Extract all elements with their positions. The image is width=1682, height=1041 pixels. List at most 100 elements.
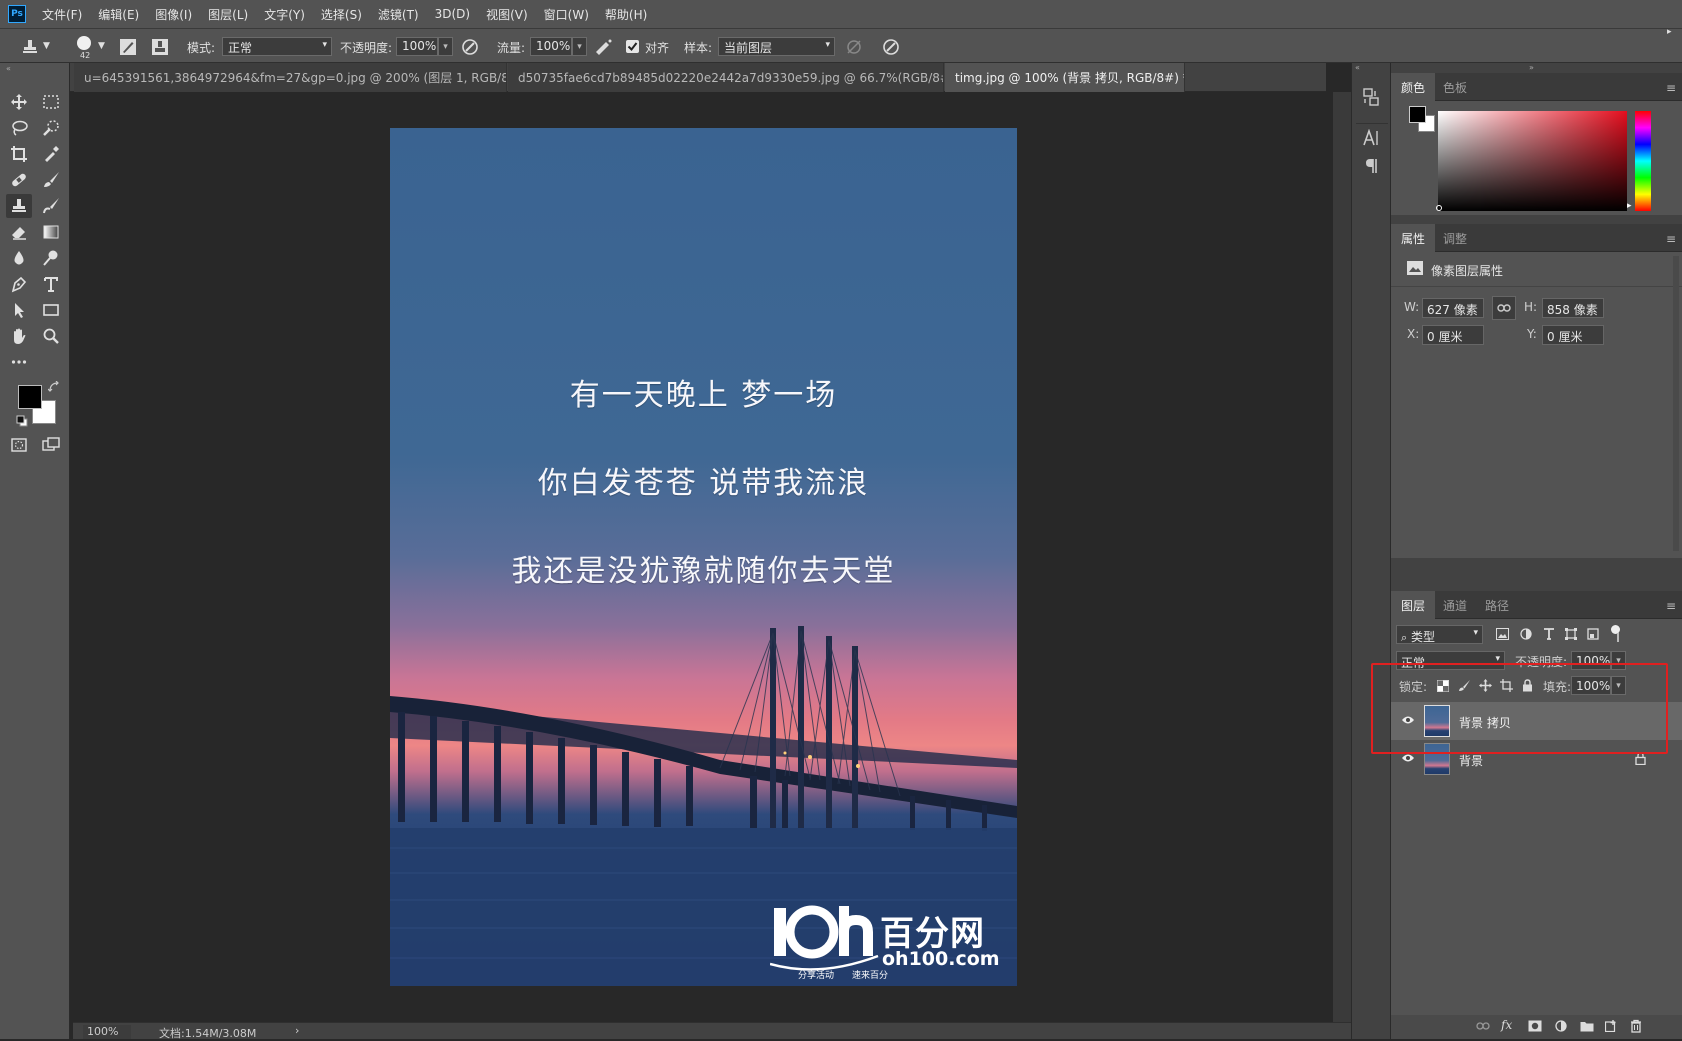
screen-mode-icon[interactable] bbox=[38, 433, 64, 457]
tab-channels[interactable]: 通道 bbox=[1433, 591, 1477, 619]
history-brush-tool-icon[interactable] bbox=[38, 194, 64, 218]
mode-select[interactable]: 正常 ▾ bbox=[222, 37, 332, 56]
height-field[interactable]: 858 像素 bbox=[1542, 298, 1604, 318]
dodge-tool-icon[interactable] bbox=[38, 246, 64, 270]
sample-select[interactable]: 当前图层 ▾ bbox=[718, 37, 835, 56]
add-mask-icon[interactable] bbox=[1528, 1020, 1542, 1032]
menu-select[interactable]: 选择(S) bbox=[321, 6, 362, 23]
filter-type-icon[interactable] bbox=[1543, 628, 1555, 640]
brush-tool-icon[interactable] bbox=[38, 168, 64, 192]
opacity-field[interactable]: 100% bbox=[396, 37, 438, 56]
hue-slider[interactable] bbox=[1635, 111, 1651, 211]
eyedropper-tool-icon[interactable] bbox=[38, 142, 64, 166]
menu-edit[interactable]: 编辑(E) bbox=[98, 6, 139, 23]
airbrush-icon[interactable] bbox=[594, 37, 614, 57]
layer-visibility-eye-icon[interactable] bbox=[1401, 753, 1415, 763]
quick-select-tool-icon[interactable] bbox=[38, 116, 64, 140]
swap-colors-icon[interactable] bbox=[48, 381, 60, 393]
menu-image[interactable]: 图像(I) bbox=[155, 6, 192, 23]
canvas-vertical-scrollbar[interactable] bbox=[1333, 92, 1351, 1022]
blur-tool-icon[interactable] bbox=[6, 246, 32, 270]
menu-window[interactable]: 窗口(W) bbox=[544, 6, 589, 23]
brush-preview-icon[interactable] bbox=[74, 33, 94, 53]
menu-filter[interactable]: 滤镜(T) bbox=[378, 6, 419, 23]
hue-slider-pointer-icon[interactable]: ▸ bbox=[1627, 201, 1632, 211]
link-dimensions-icon[interactable] bbox=[1492, 296, 1516, 320]
app-logo[interactable]: Ps bbox=[8, 5, 26, 23]
menu-type[interactable]: 文字(Y) bbox=[264, 6, 305, 23]
tab-color[interactable]: 颜色 bbox=[1391, 73, 1436, 101]
options-collapse-icon[interactable]: ▸ bbox=[1667, 27, 1672, 37]
status-menu-arrow-icon[interactable]: › bbox=[295, 1024, 299, 1037]
path-select-tool-icon[interactable] bbox=[6, 298, 32, 322]
default-colors-icon[interactable] bbox=[16, 415, 28, 427]
brush-settings-icon[interactable] bbox=[118, 37, 138, 57]
rectangle-tool-icon[interactable] bbox=[38, 298, 64, 322]
color-picker-marker[interactable] bbox=[1436, 205, 1442, 211]
link-layers-icon[interactable] bbox=[1476, 1021, 1490, 1031]
new-group-icon[interactable] bbox=[1580, 1020, 1594, 1032]
color-panel-menu-icon[interactable]: ≡ bbox=[1666, 81, 1676, 95]
character-panel-icon[interactable] bbox=[1362, 129, 1380, 147]
new-layer-icon[interactable] bbox=[1605, 1020, 1617, 1032]
width-field[interactable]: 627 像素 bbox=[1422, 298, 1484, 318]
opacity-dropdown-icon[interactable]: ▾ bbox=[438, 37, 453, 56]
tab-document-2[interactable]: d50735fae6cd7b89485d02220e2442a7d9330e59… bbox=[508, 63, 944, 92]
pen-tool-icon[interactable] bbox=[6, 272, 32, 296]
history-panel-icon[interactable] bbox=[1362, 87, 1380, 107]
layer-name[interactable]: 背景 bbox=[1459, 752, 1483, 769]
filter-adjustment-icon[interactable] bbox=[1520, 628, 1532, 640]
aligned-checkbox[interactable] bbox=[626, 40, 639, 53]
menu-help[interactable]: 帮助(H) bbox=[605, 6, 647, 23]
filter-shape-icon[interactable] bbox=[1565, 628, 1577, 640]
x-field[interactable]: 0 厘米 bbox=[1422, 325, 1484, 345]
zoom-tool-icon[interactable] bbox=[38, 324, 64, 348]
marquee-tool-icon[interactable] bbox=[38, 90, 64, 114]
layer-style-fx-icon[interactable]: fx bbox=[1501, 1018, 1512, 1032]
zoom-level-field[interactable]: 100% bbox=[83, 1025, 131, 1039]
dock-expand-icon[interactable]: « bbox=[1355, 63, 1360, 72]
flow-dropdown-icon[interactable]: ▾ bbox=[572, 37, 587, 56]
color-field[interactable] bbox=[1436, 111, 1627, 211]
brush-dropdown-icon[interactable]: ▼ bbox=[98, 41, 105, 51]
quick-mask-icon[interactable] bbox=[6, 433, 32, 457]
panels-collapse-icon[interactable]: » bbox=[1529, 63, 1534, 72]
tab-layers[interactable]: 图层 bbox=[1391, 591, 1436, 619]
gradient-tool-icon[interactable] bbox=[38, 220, 64, 244]
properties-panel-menu-icon[interactable]: ≡ bbox=[1666, 232, 1676, 246]
clone-stamp-tool-icon[interactable] bbox=[6, 194, 32, 218]
tab-document-1[interactable]: u=645391561,3864972964&fm=27&gp=0.jpg @ … bbox=[74, 63, 507, 92]
paragraph-panel-icon[interactable] bbox=[1362, 157, 1380, 175]
menu-3d[interactable]: 3D(D) bbox=[435, 7, 470, 21]
toolbar-collapse-icon[interactable]: « bbox=[6, 64, 11, 73]
new-adjustment-layer-icon[interactable] bbox=[1555, 1020, 1567, 1032]
crop-tool-icon[interactable] bbox=[6, 142, 32, 166]
panel-foreground-swatch[interactable] bbox=[1409, 106, 1426, 123]
document-image[interactable]: 有一天晚上 梦一场 你白发苍苍 说带我流浪 我还是没犹豫就随你去天堂 百分网 o… bbox=[390, 128, 1017, 986]
eraser-tool-icon[interactable] bbox=[6, 220, 32, 244]
properties-scrollbar[interactable] bbox=[1673, 256, 1679, 551]
filter-pixel-icon[interactable] bbox=[1496, 628, 1509, 640]
type-tool-icon[interactable] bbox=[38, 272, 64, 296]
pressure-opacity-icon[interactable] bbox=[460, 37, 480, 57]
hand-tool-icon[interactable] bbox=[6, 324, 32, 348]
tab-swatches[interactable]: 色板 bbox=[1433, 73, 1477, 101]
menu-view[interactable]: 视图(V) bbox=[486, 6, 528, 23]
y-field[interactable]: 0 厘米 bbox=[1542, 325, 1604, 345]
menu-layer[interactable]: 图层(L) bbox=[208, 6, 248, 23]
move-tool-icon[interactable] bbox=[6, 90, 32, 114]
foreground-color-swatch[interactable] bbox=[18, 385, 42, 409]
healing-brush-tool-icon[interactable] bbox=[6, 168, 32, 192]
tab-adjustments[interactable]: 调整 bbox=[1433, 224, 1477, 252]
clone-source-icon[interactable] bbox=[150, 37, 170, 57]
layers-panel-menu-icon[interactable]: ≡ bbox=[1666, 599, 1676, 613]
delete-layer-icon[interactable] bbox=[1630, 1019, 1642, 1033]
tab-document-3[interactable]: timg.jpg @ 100% (背景 拷贝, RGB/8#) * × bbox=[945, 63, 1185, 92]
tab-properties[interactable]: 属性 bbox=[1391, 224, 1436, 252]
tab-paths[interactable]: 路径 bbox=[1475, 591, 1519, 619]
filter-smart-object-icon[interactable] bbox=[1587, 628, 1599, 640]
menu-file[interactable]: 文件(F) bbox=[42, 6, 82, 23]
clone-stamp-preset-icon[interactable] bbox=[20, 37, 40, 57]
pressure-size-icon[interactable] bbox=[881, 37, 901, 57]
layer-filter-select[interactable]: ⌕ 类型 ▾ bbox=[1396, 625, 1483, 644]
